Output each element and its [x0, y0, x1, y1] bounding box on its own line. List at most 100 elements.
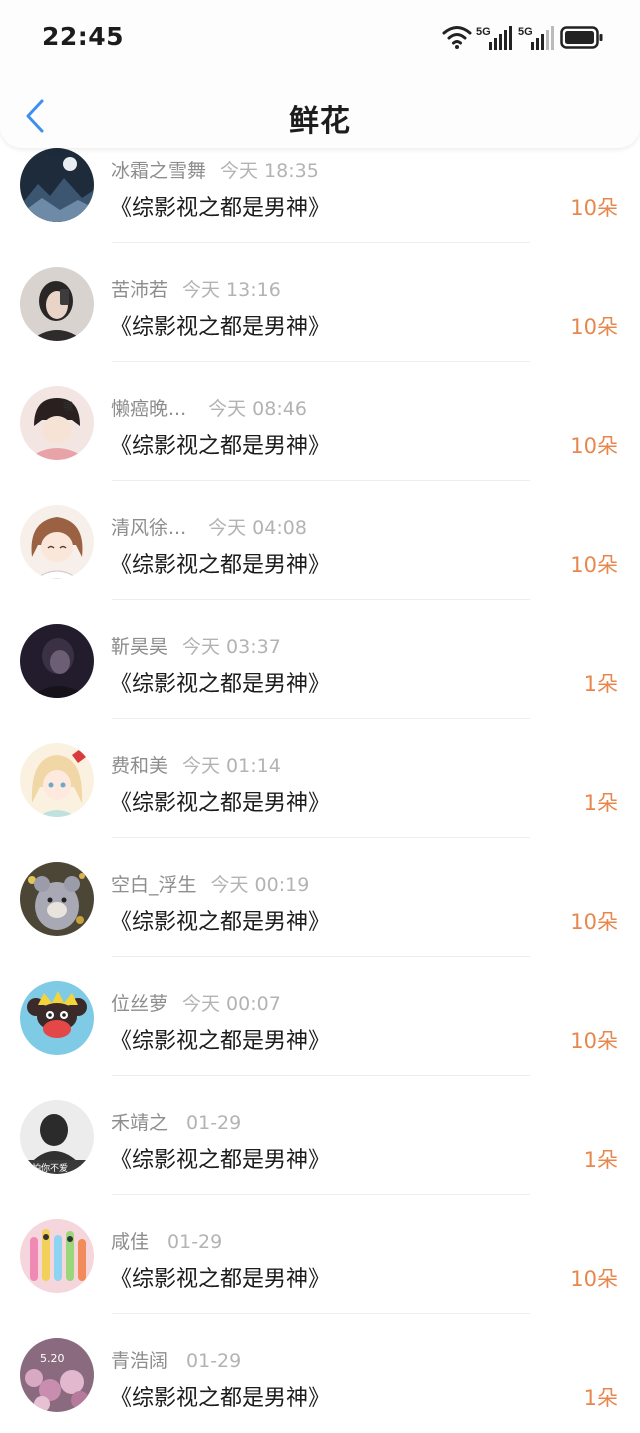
avatar-monkey-cartoon-image: [20, 981, 94, 1055]
avatar-overlay-text: 害怕你不爱: [23, 1162, 68, 1174]
avatar[interactable]: [20, 1219, 94, 1293]
item-meta: 咸佳 01-29: [111, 1227, 222, 1254]
item-meta: 冰霜之雪舞 今天 18:35: [111, 156, 319, 183]
timestamp: 今天 08:46: [208, 398, 307, 420]
flower-count: 10朵: [570, 1267, 618, 1291]
timestamp: 今天 00:07: [182, 993, 281, 1015]
avatar-cartoon-girl-image: [20, 505, 94, 579]
timestamp: 01-29: [186, 1350, 242, 1372]
user-name[interactable]: 青浩阔: [111, 1350, 168, 1372]
list-item[interactable]: 空白_浮生 今天 00:19 《综影视之都是男神》 10朵: [0, 838, 640, 957]
book-title[interactable]: 《综影视之都是男神》: [110, 1380, 330, 1412]
timestamp: 01-29: [167, 1231, 223, 1253]
user-name[interactable]: 靳昊昊: [111, 636, 168, 658]
avatar[interactable]: [20, 148, 94, 222]
item-meta: 靳昊昊 今天 03:37: [111, 632, 281, 659]
timestamp: 今天 04:08: [208, 517, 307, 539]
timestamp: 今天 18:35: [220, 160, 319, 182]
signal-5g-icon: 5G: [476, 26, 512, 50]
top-bar: 22:45 5G 5G 鲜花: [0, 0, 640, 148]
user-name[interactable]: 冰霜之雪舞: [111, 160, 206, 182]
book-title[interactable]: 《综影视之都是男神》: [110, 309, 330, 341]
user-name[interactable]: 禾靖之: [111, 1112, 168, 1134]
item-meta: 苦沛若 今天 13:16: [111, 275, 281, 302]
avatar[interactable]: [20, 981, 94, 1055]
avatar[interactable]: 5.20: [20, 1338, 94, 1412]
timestamp: 今天 00:19: [210, 874, 310, 896]
book-title[interactable]: 《综影视之都是男神》: [110, 1023, 330, 1055]
avatar[interactable]: [20, 862, 94, 936]
book-title[interactable]: 《综影视之都是男神》: [110, 428, 330, 460]
book-title[interactable]: 《综影视之都是男神》: [110, 785, 330, 817]
avatar[interactable]: 哦: [20, 386, 94, 460]
avatar[interactable]: [20, 624, 94, 698]
item-meta: 费和美 今天 01:14: [111, 751, 281, 778]
flower-count: 10朵: [570, 553, 618, 577]
wifi-icon: [442, 26, 472, 49]
list-item[interactable]: 害怕你不爱 禾靖之 01-29 《综影视之都是男神》 1朵: [0, 1076, 640, 1195]
book-title[interactable]: 《综影视之都是男神》: [110, 1261, 330, 1293]
flower-count: 10朵: [570, 1029, 618, 1053]
list-item[interactable]: 苦沛若 今天 13:16 《综影视之都是男神》 10朵: [0, 243, 640, 362]
item-meta: 禾靖之 01-29: [111, 1108, 241, 1135]
network-label: 5G: [518, 26, 533, 38]
flower-count: 1朵: [583, 672, 618, 696]
item-meta: 清风徐... 今天 04:08: [111, 513, 307, 540]
page-title: 鲜花: [289, 104, 351, 139]
list-item[interactable]: 靳昊昊 今天 03:37 《综影视之都是男神》 1朵: [0, 600, 640, 719]
item-meta: 空白_浮生 今天 00:19: [111, 870, 309, 897]
list-item[interactable]: 咸佳 01-29 《综影视之都是男神》 10朵: [0, 1195, 640, 1314]
avatar[interactable]: 害怕你不爱: [20, 1100, 94, 1174]
status-icons: 5G 5G: [442, 24, 603, 54]
flower-count: 1朵: [583, 1148, 618, 1172]
flower-count: 1朵: [583, 791, 618, 815]
avatar-plush-toy-image: [20, 862, 94, 936]
avatar-colorful-toys-image: [20, 1219, 94, 1293]
user-name[interactable]: 位丝萝: [111, 993, 168, 1015]
book-title[interactable]: 《综影视之都是男神》: [110, 547, 330, 579]
item-meta: 位丝萝 今天 00:07: [111, 989, 281, 1016]
avatar[interactable]: [20, 743, 94, 817]
avatar-sad-figure-image: 害怕你不爱: [20, 1100, 94, 1174]
list-item[interactable]: 费和美 今天 01:14 《综影视之都是男神》 1朵: [0, 719, 640, 838]
user-name[interactable]: 懒癌晚...: [111, 398, 186, 420]
user-name[interactable]: 苦沛若: [111, 279, 168, 301]
avatar-pink-blossom-image: 5.20: [20, 1338, 94, 1412]
timestamp: 01-29: [186, 1112, 242, 1134]
timestamp: 今天 01:14: [182, 755, 281, 777]
avatar-dark-portrait-image: [20, 624, 94, 698]
avatar-girl-photo-image: [20, 267, 94, 341]
avatar-overlay-text: 哦: [63, 401, 73, 413]
avatar[interactable]: [20, 505, 94, 579]
list-item[interactable]: 哦 懒癌晚... 今天 08:46 《综影视之都是男神》 10朵: [0, 362, 640, 481]
timestamp: 今天 03:37: [182, 636, 281, 658]
avatar-anime-boy-image: 哦: [20, 386, 94, 460]
avatar-overlay-text: 5.20: [40, 1352, 65, 1365]
user-name[interactable]: 费和美: [111, 755, 168, 777]
book-title[interactable]: 《综影视之都是男神》: [110, 904, 330, 936]
book-title[interactable]: 《综影视之都是男神》: [110, 1142, 330, 1174]
item-meta: 懒癌晚... 今天 08:46: [111, 394, 307, 421]
signal-5g-icon: 5G: [518, 26, 554, 50]
flower-count: 10朵: [570, 315, 618, 339]
list-item[interactable]: 清风徐... 今天 04:08 《综影视之都是男神》 10朵: [0, 481, 640, 600]
flower-count: 10朵: [570, 910, 618, 934]
user-name[interactable]: 清风徐...: [111, 517, 186, 539]
user-name[interactable]: 咸佳: [111, 1231, 149, 1253]
flower-count: 1朵: [583, 1386, 618, 1410]
battery-icon: [560, 26, 603, 49]
avatar-anime-blonde-image: [20, 743, 94, 817]
avatar[interactable]: [20, 267, 94, 341]
list-item[interactable]: 位丝萝 今天 00:07 《综影视之都是男神》 10朵: [0, 957, 640, 1076]
status-time: 22:45: [42, 22, 125, 51]
flower-count: 10朵: [570, 196, 618, 220]
timestamp: 今天 13:16: [182, 279, 281, 301]
list-item[interactable]: 5.20 青浩阔 01-29 《综影视之都是男神》 1朵: [0, 1314, 640, 1433]
book-title[interactable]: 《综影视之都是男神》: [110, 666, 330, 698]
book-title[interactable]: 《综影视之都是男神》: [110, 190, 330, 222]
avatar-night-mountain-image: [20, 148, 94, 222]
user-name[interactable]: 空白_浮生: [111, 874, 197, 896]
flower-count: 10朵: [570, 434, 618, 458]
network-label: 5G: [476, 26, 491, 38]
item-meta: 青浩阔 01-29: [111, 1346, 241, 1373]
